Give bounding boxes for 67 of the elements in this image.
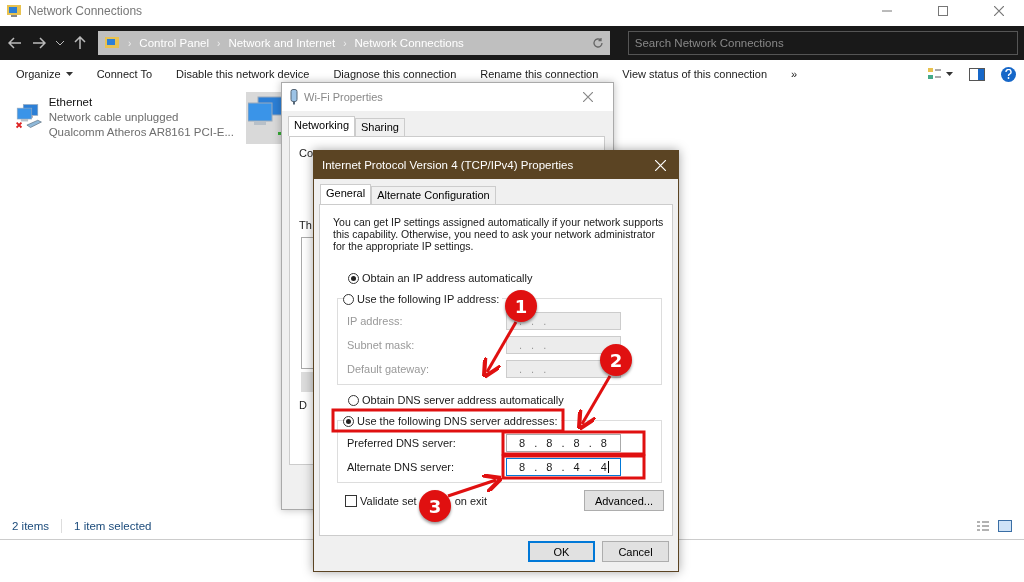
dialog-title: Wi-Fi Properties bbox=[304, 91, 384, 103]
toolbar-button[interactable]: Diagnose this connection bbox=[333, 68, 457, 80]
adapter-name: Qualcomm Atheros AR8161 PCI-E... bbox=[48, 126, 234, 139]
field-label: Alternate DNS server: bbox=[347, 461, 454, 473]
radio-button[interactable] bbox=[348, 272, 359, 284]
search-field[interactable]: Search Network Connections bbox=[627, 31, 1018, 55]
radio-label: Use the following DNS server addresses: bbox=[357, 414, 558, 428]
tab[interactable]: Alternate Configuration bbox=[371, 186, 496, 204]
section-label: Co bbox=[299, 147, 314, 159]
chevron-down-icon[interactable] bbox=[56, 40, 64, 46]
view-options-icon[interactable] bbox=[927, 67, 953, 81]
breadcrumb-separator: › bbox=[217, 37, 221, 49]
preview-pane-icon[interactable] bbox=[969, 67, 985, 81]
breadcrumb-separator: › bbox=[128, 37, 132, 49]
breadcrumb-separator: › bbox=[343, 37, 347, 49]
toolbar-button[interactable]: Connect To bbox=[96, 68, 153, 80]
field-label: Preferred DNS server: bbox=[347, 437, 456, 449]
dialog-button[interactable]: Cancel bbox=[602, 541, 669, 562]
radio-label: Use the following IP address: bbox=[357, 292, 500, 306]
caret-icon[interactable] bbox=[65, 72, 73, 76]
radio-button[interactable] bbox=[343, 415, 354, 427]
annotation-arrow bbox=[481, 321, 518, 380]
radio-button[interactable] bbox=[348, 394, 359, 406]
checkbox[interactable] bbox=[345, 494, 357, 507]
checkbox-label: Validate set bbox=[360, 494, 417, 507]
tab[interactable]: General bbox=[320, 184, 372, 204]
wifi-adapter-icon bbox=[290, 89, 298, 105]
radio-button[interactable] bbox=[343, 293, 354, 305]
control-panel-icon bbox=[104, 37, 120, 49]
toolbar-button[interactable]: View status of this connection bbox=[622, 68, 768, 80]
radio-label: Obtain DNS server address automatically bbox=[362, 393, 564, 407]
back-arrow-icon[interactable] bbox=[8, 37, 22, 49]
toolbar-button[interactable]: Disable this network device bbox=[176, 68, 310, 80]
window-title: Network Connections bbox=[28, 4, 144, 18]
tab[interactable]: Networking bbox=[288, 116, 356, 136]
more-commands-button[interactable]: » bbox=[791, 68, 798, 80]
field-label: Subnet mask: bbox=[347, 339, 415, 351]
checkbox-label: on exit bbox=[454, 494, 488, 507]
close-icon[interactable] bbox=[994, 6, 1004, 16]
help-icon[interactable] bbox=[1001, 66, 1016, 82]
tab[interactable]: Sharing bbox=[355, 118, 405, 136]
maximize-icon[interactable] bbox=[938, 6, 948, 16]
ip-address-field[interactable]: 8 . 8 . 4 . 4 bbox=[506, 458, 621, 476]
refresh-icon[interactable] bbox=[591, 37, 604, 49]
up-arrow-icon[interactable] bbox=[74, 36, 86, 50]
description-text: You can get IP settings assigned automatically if your network supports this capability. Otherwise, you need to ask your network administrator for the appropriate IP settings. bbox=[333, 216, 664, 252]
group-label: D bbox=[299, 399, 307, 411]
large-icons-view-icon[interactable] bbox=[998, 520, 1012, 532]
network-folder-icon bbox=[6, 4, 22, 18]
advanced-button[interactable]: Advanced... bbox=[583, 490, 664, 511]
connection-status: Network cable unplugged bbox=[48, 111, 180, 124]
toolbar-button[interactable]: Rename this connection bbox=[480, 68, 599, 80]
selection-count: 1 item selected bbox=[74, 520, 152, 532]
dialog-button[interactable]: OK bbox=[528, 541, 595, 562]
section-label: Th bbox=[299, 219, 312, 231]
annotation-arrow bbox=[447, 473, 504, 498]
radio-label: Obtain an IP address automatically bbox=[362, 271, 533, 285]
dialog-title: Internet Protocol Version 4 (TCP/IPv4) Properties bbox=[322, 159, 575, 171]
connection-item[interactable]: Ethernet Network cable unplugged Qualcomm Atheros AR8161 PCI-E... bbox=[14, 92, 236, 143]
field-label: IP address: bbox=[347, 315, 403, 327]
forward-arrow-icon[interactable] bbox=[32, 37, 46, 49]
connection-name: Ethernet bbox=[48, 96, 94, 109]
ip-address-field[interactable]: 8 . 8 . 8 . 8 bbox=[506, 434, 621, 452]
field-label: Default gateway: bbox=[347, 363, 429, 375]
item-count: 2 items bbox=[12, 520, 50, 532]
toolbar-button[interactable]: Organize bbox=[16, 68, 73, 80]
annotation-arrow bbox=[576, 375, 612, 432]
